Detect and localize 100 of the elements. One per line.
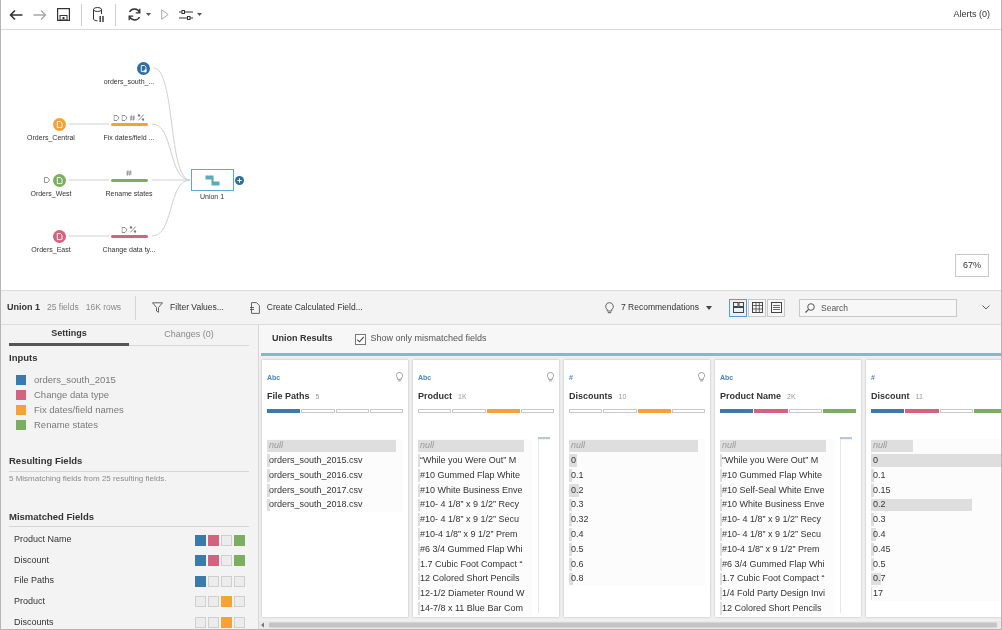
value-text: #10 Gummed Flap White bbox=[721, 468, 823, 482]
hash-icon bbox=[129, 114, 136, 121]
table-icon bbox=[751, 302, 763, 313]
value-text: null bbox=[872, 439, 887, 453]
value-text: 0.3 bbox=[872, 513, 886, 527]
save-icon bbox=[57, 8, 70, 21]
value-text: #10-4 1/8” x 9 1/2” Prem bbox=[419, 527, 518, 541]
value-text: 12 Colored Short Pencils bbox=[419, 572, 520, 586]
value-text: 12 Colored Short Pencils bbox=[721, 601, 822, 615]
value-text: orders_south_2017.csv bbox=[268, 483, 363, 497]
tab[interactable]: Settings bbox=[9, 325, 129, 346]
table-view-button[interactable] bbox=[748, 298, 766, 317]
field-name: Discounts bbox=[14, 615, 54, 629]
value-text: 14-7/8 x 11 Blue Bar Com bbox=[419, 601, 523, 615]
alerts-button[interactable]: Alerts (0) bbox=[953, 7, 990, 22]
input-name: Rename states bbox=[34, 417, 98, 432]
collapse-button[interactable] bbox=[982, 305, 990, 310]
value-text: “While you Were Out” M bbox=[721, 453, 819, 467]
play-icon bbox=[161, 9, 169, 20]
value-text: 0.4 bbox=[872, 527, 886, 541]
list-icon bbox=[770, 302, 782, 313]
panel-title: Union Results bbox=[272, 332, 333, 346]
checkbox[interactable] bbox=[354, 333, 366, 345]
section-heading: Mismatched Fields bbox=[9, 509, 249, 527]
field-name: Discount bbox=[871, 390, 910, 403]
lightbulb-icon[interactable] bbox=[698, 372, 705, 382]
scrollbar[interactable] bbox=[538, 436, 550, 613]
value-text: 0.4 bbox=[570, 527, 584, 541]
value-text: orders_south_2018.csv bbox=[268, 498, 363, 512]
value-text: 17 bbox=[872, 587, 883, 601]
tag-icon bbox=[121, 226, 128, 233]
input-name: orders_south_2015 bbox=[34, 372, 116, 387]
value-text: 0.5 bbox=[570, 542, 584, 556]
value-text: 1/4 Fold Party Design Invi bbox=[721, 587, 826, 601]
value-text: 0.2 bbox=[872, 498, 886, 512]
caret-icon bbox=[197, 13, 202, 16]
field-name: Product Name bbox=[720, 390, 781, 403]
cards-view-button[interactable] bbox=[729, 298, 747, 317]
value-text: 0.2 bbox=[570, 483, 584, 497]
search-icon bbox=[805, 302, 815, 313]
hash-icon bbox=[126, 170, 132, 176]
value-text: null bbox=[570, 439, 585, 453]
value-text: #10 White Business Enve bbox=[721, 498, 825, 512]
zoom-level[interactable]: 67% bbox=[955, 253, 989, 277]
search-field[interactable]: Search bbox=[799, 298, 957, 317]
union-icon bbox=[205, 174, 220, 186]
value-text: null bbox=[419, 439, 434, 453]
field-name: Discount bbox=[14, 553, 49, 567]
lightbulb-icon[interactable] bbox=[547, 372, 554, 382]
sliders-icon bbox=[179, 9, 193, 20]
value-text: #10 Gummed Flap White bbox=[419, 468, 521, 482]
value-text: 12-1/2 Diameter Round W bbox=[419, 587, 525, 601]
lightbulb-icon[interactable] bbox=[396, 372, 403, 382]
filter-values-button[interactable]: Filter Values... bbox=[148, 301, 228, 314]
scrollbar[interactable] bbox=[840, 436, 852, 613]
step-bar[interactable] bbox=[111, 234, 148, 238]
value-text: 1.7 Cubic Foot Compact “ bbox=[419, 557, 523, 571]
add-step-icon[interactable] bbox=[235, 175, 244, 185]
section-heading: Inputs bbox=[9, 351, 38, 365]
value-text: 0.7 bbox=[872, 572, 886, 586]
value-text: 1.7 Cubic Foot Compact “ bbox=[721, 572, 825, 586]
value-text: 0.15 bbox=[872, 483, 891, 497]
back-arrow-icon bbox=[9, 8, 23, 21]
value-text: null bbox=[268, 439, 283, 453]
step-bar[interactable] bbox=[111, 122, 148, 126]
field-name: Product bbox=[418, 390, 452, 403]
summary-text: 5 Mismatching fields from 25 resulting fields. bbox=[9, 472, 167, 485]
union-step[interactable] bbox=[191, 169, 234, 191]
recommendations-button[interactable]: 7 Recommendations bbox=[605, 301, 712, 314]
value-text: #10- 4 1/8” x 9 1/2” Secu bbox=[419, 513, 520, 527]
forward-arrow-icon bbox=[33, 8, 47, 21]
field-count: 25 fields bbox=[47, 301, 79, 314]
horizontal-scrollbar[interactable] bbox=[259, 621, 1001, 629]
histogram-row[interactable]: 0 bbox=[871, 453, 1001, 469]
funnel-icon bbox=[152, 302, 164, 313]
chevron-down-icon bbox=[982, 305, 990, 310]
value-text: null bbox=[721, 439, 736, 453]
caret-icon bbox=[706, 305, 712, 310]
step-bar[interactable] bbox=[111, 178, 148, 182]
field-name: File Paths bbox=[14, 574, 55, 588]
calculated-field-button[interactable]: Create Calculated Field... bbox=[245, 301, 367, 314]
value-text: 0.5 bbox=[872, 557, 886, 571]
step-name: Union 1 bbox=[7, 300, 40, 314]
input-name: Fix dates/field names bbox=[34, 402, 124, 417]
value-text: 0.32 bbox=[570, 513, 589, 527]
value-text: 0.45 bbox=[872, 542, 891, 556]
caret-icon bbox=[146, 13, 151, 16]
value-text: 0.1 bbox=[872, 468, 886, 482]
value-text: #10 White Business Enve bbox=[419, 483, 523, 497]
list-view-button[interactable] bbox=[767, 298, 785, 317]
tag-icon bbox=[44, 177, 50, 183]
field-name: Discounts bbox=[569, 390, 613, 403]
value-text: 0 bbox=[872, 453, 878, 467]
value-text: #6 3/4 Gummed Flap Whi bbox=[721, 557, 825, 571]
value-text: 0.8 bbox=[570, 572, 584, 586]
field-name: File Paths bbox=[267, 390, 310, 403]
value-text: orders_south_2016.csv bbox=[268, 468, 363, 482]
percent-icon bbox=[137, 114, 145, 121]
input-name: Change data type bbox=[34, 387, 109, 402]
field-name: Product Name bbox=[14, 533, 72, 547]
